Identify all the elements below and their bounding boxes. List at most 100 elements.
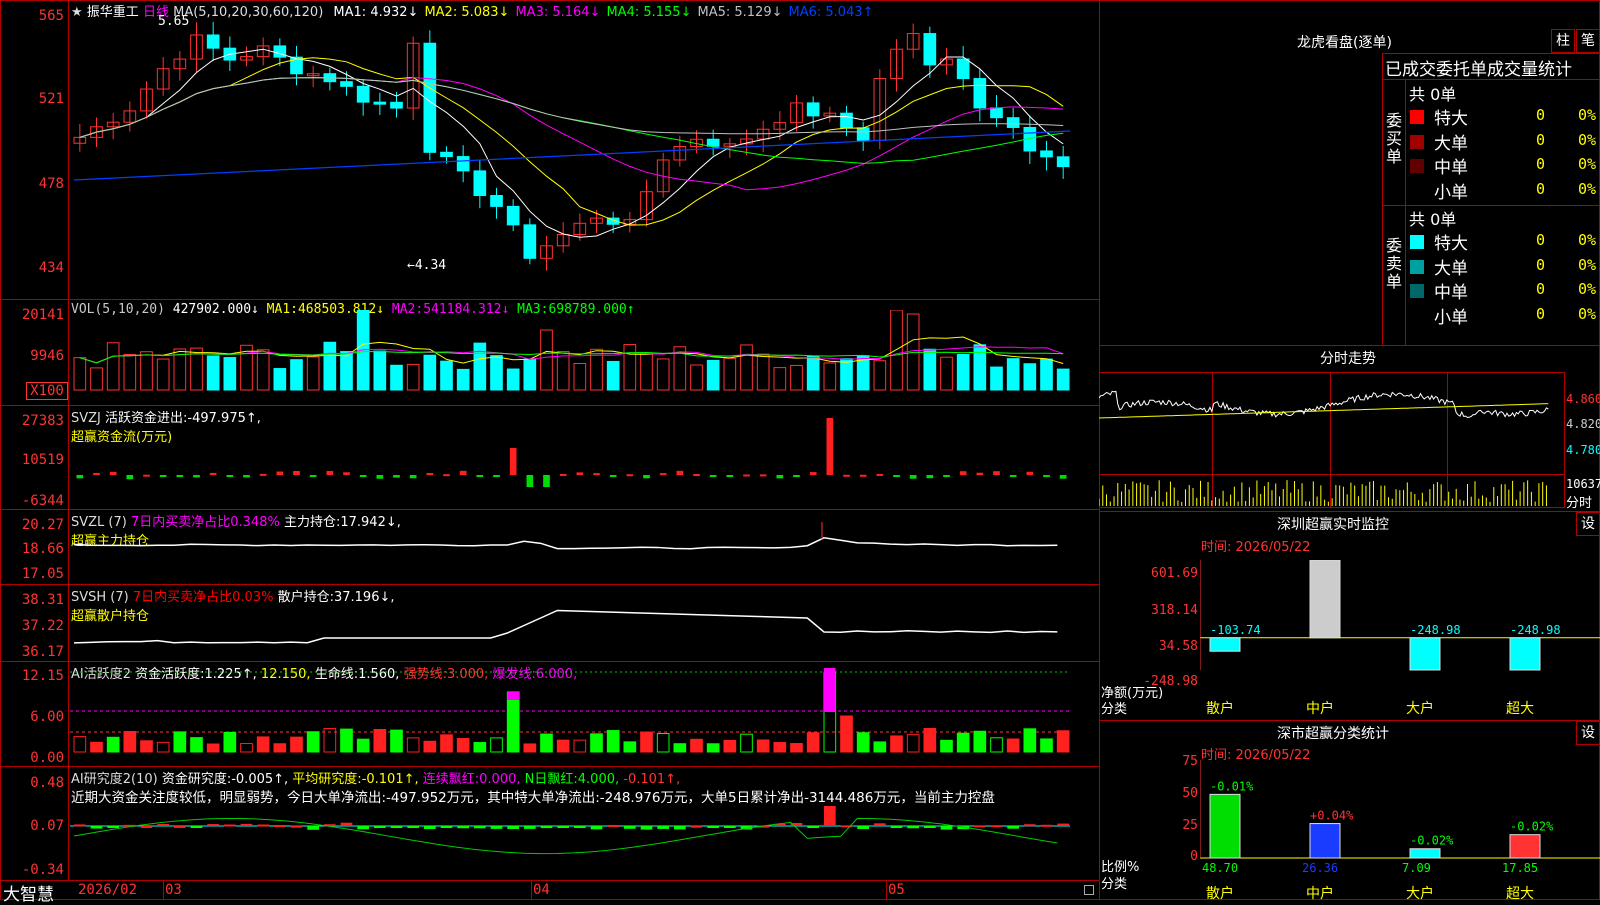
category-label-1: 中户	[1306, 886, 1334, 902]
retail-holding-line	[73, 609, 1058, 644]
sz-monitor-chart[interactable]: -103.74601.69-248.98-248.98	[1200, 560, 1600, 690]
volume-bar	[73, 357, 87, 391]
candle-body	[1056, 156, 1070, 168]
order-percent: 0%	[1578, 106, 1597, 124]
flow-bar	[943, 475, 950, 477]
category-label-1: 中户	[1306, 701, 1334, 717]
flow-bar	[726, 475, 734, 477]
candle-body	[440, 151, 453, 158]
volume-bar	[290, 359, 303, 391]
ai2-axis-mid: 0.07	[30, 818, 64, 834]
ai-research-chart[interactable]	[70, 806, 1100, 876]
activity-bar	[390, 729, 403, 753]
order-size-label: 特大	[1434, 109, 1468, 129]
sz-class-axis-1: 50	[1182, 786, 1198, 801]
flow-bar	[293, 470, 300, 475]
sz-class-settings-button[interactable]: 设	[1576, 721, 1600, 745]
volume-bar	[556, 351, 570, 391]
ma4-line	[79, 77, 1064, 164]
research-bar	[357, 826, 369, 830]
research-bar	[474, 826, 486, 829]
order-count: 0	[1536, 304, 1546, 323]
volume-bar	[606, 360, 620, 391]
candle-body	[506, 205, 520, 226]
sz-monitor-bar-rect	[1409, 637, 1441, 671]
flow-bar	[693, 474, 700, 477]
research-bar	[890, 826, 903, 828]
volume-bar	[723, 357, 737, 391]
candle-body	[373, 101, 387, 105]
sz-monitor-bar-1[interactable]	[1309, 560, 1341, 639]
fenshi-axis-top: 4.860	[1566, 392, 1600, 406]
candlestick-chart[interactable]	[70, 14, 1100, 299]
candle-body	[923, 33, 937, 66]
research-bar	[824, 806, 836, 826]
tick-mode-button[interactable]: 笔	[1576, 29, 1600, 53]
svsh-chart[interactable]	[70, 598, 1100, 660]
flow-bar	[859, 474, 867, 477]
activity-bar	[656, 733, 670, 753]
lock-icon[interactable]	[1084, 885, 1094, 895]
sz-monitor-bar-2[interactable]	[1409, 637, 1441, 671]
volume-bar	[623, 344, 637, 391]
category-value-0: 48.70	[1202, 861, 1239, 875]
activity-bar	[790, 743, 803, 753]
research-bar	[240, 823, 253, 826]
volume-bar	[973, 344, 987, 391]
sz-class-bar-3[interactable]	[1509, 834, 1541, 859]
fenshi-label: 分时	[1566, 496, 1593, 511]
sz-class-bar-2[interactable]	[1409, 848, 1441, 859]
svzj-axis-bottom: -6344	[21, 493, 64, 509]
panel-divider	[0, 880, 1100, 881]
volume-bar	[140, 351, 153, 391]
sz-class-bar-rect	[1509, 834, 1541, 859]
activity-bar	[523, 743, 537, 753]
volume-bar	[256, 349, 270, 391]
svzl-chart[interactable]	[70, 520, 1100, 580]
order-count: 0	[1536, 179, 1546, 198]
price-axis-565: 565	[38, 8, 64, 24]
svzj-chart[interactable]	[70, 415, 1100, 505]
order-count: 0	[1536, 231, 1546, 249]
sz-class-title: 深市超赢分类统计	[1277, 726, 1389, 742]
volume-chart[interactable]	[70, 310, 1100, 400]
category-label-0: 散户	[1206, 701, 1234, 717]
brand-logo[interactable]: 大智慧	[3, 880, 54, 905]
fenshi-vol: 10637	[1566, 477, 1600, 491]
flow-bar	[209, 472, 217, 475]
sz-monitor-bar-3[interactable]	[1509, 637, 1541, 671]
bar-mode-button[interactable]: 柱	[1551, 29, 1575, 53]
research-bar	[107, 826, 119, 828]
intraday-chart[interactable]	[1099, 372, 1565, 508]
research-bar	[157, 824, 169, 827]
sz-monitor-axis-2: 34.58	[1158, 639, 1198, 654]
sz-class-bar-1[interactable]	[1309, 823, 1341, 859]
flow-bar	[776, 475, 784, 479]
volume-bar	[406, 363, 420, 391]
sz-monitor-bar-0[interactable]	[1209, 637, 1241, 652]
flow-bar	[1026, 471, 1034, 475]
candle-body	[706, 138, 720, 147]
flow-bar	[676, 470, 684, 475]
research-bar	[507, 826, 519, 830]
sz-class-bar-rect	[1209, 793, 1241, 859]
sz-class-chart[interactable]: -0.01% +0.04% -0.02% -0.02%	[1200, 760, 1600, 890]
sz-class-axis-3: 0	[1190, 849, 1198, 864]
panel-divider	[0, 584, 1100, 585]
sz-class-bar-0[interactable]	[1209, 793, 1241, 859]
volume-bar	[823, 362, 837, 391]
flow-bar	[1043, 475, 1050, 477]
activity-bar	[640, 731, 653, 753]
sz-class-bar-label: +0.04%	[1310, 809, 1354, 823]
flow-bar	[176, 475, 184, 477]
research-bar	[374, 826, 386, 828]
volume-bar	[223, 357, 237, 391]
sz-monitor-settings-button[interactable]: 设	[1576, 512, 1600, 536]
ai-activity-chart[interactable]	[70, 668, 1100, 760]
flow-bar	[826, 418, 834, 475]
volume-bar	[390, 364, 403, 391]
activity-bar	[756, 739, 770, 753]
volume-bar	[640, 352, 653, 391]
volume-bar	[106, 342, 120, 391]
category-value-2: 7.09	[1402, 861, 1431, 875]
